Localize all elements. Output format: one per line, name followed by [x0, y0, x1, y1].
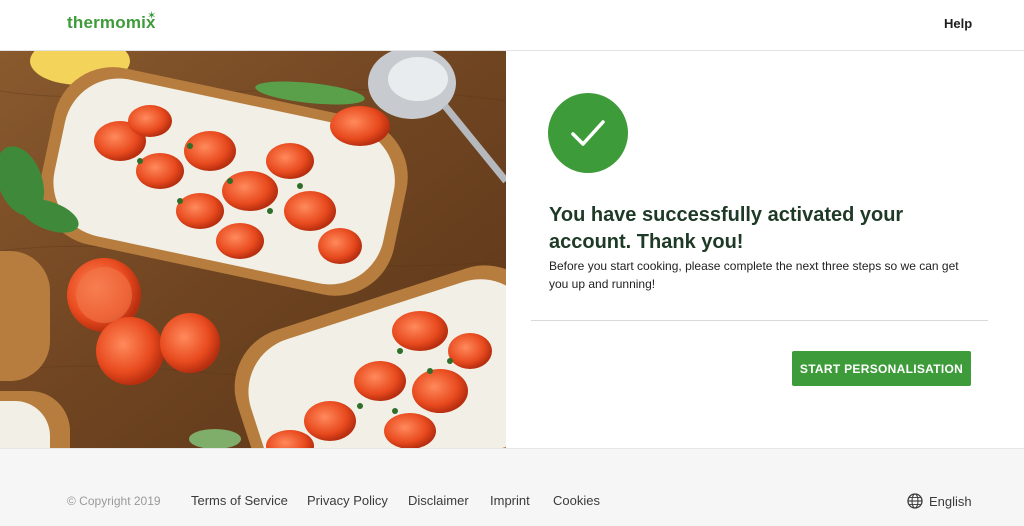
checkmark-icon — [571, 120, 605, 146]
success-badge — [548, 93, 628, 173]
copyright-text: © Copyright 2019 — [67, 494, 161, 508]
footer: © Copyright 2019 Terms of Service Privac… — [0, 448, 1024, 526]
globe-icon — [907, 493, 923, 509]
activation-panel: You have successfully activated your acc… — [506, 51, 1024, 448]
language-label: English — [929, 494, 972, 509]
footer-link-cookies[interactable]: Cookies — [553, 493, 600, 508]
logo-star-icon: ✶ — [147, 10, 157, 22]
footer-link-disclaimer[interactable]: Disclaimer — [408, 493, 469, 508]
footer-link-privacy[interactable]: Privacy Policy — [307, 493, 388, 508]
bruschetta-photo — [0, 51, 506, 448]
success-headline: You have successfully activated your acc… — [549, 204, 904, 253]
footer-link-imprint[interactable]: Imprint — [490, 493, 530, 508]
success-description: Before you start cooking, please complet… — [549, 259, 959, 291]
start-personalisation-button[interactable]: START PERSONALISATION — [792, 351, 971, 386]
hero-image — [0, 51, 506, 448]
footer-link-terms[interactable]: Terms of Service — [191, 493, 288, 508]
help-link[interactable]: Help — [944, 16, 972, 31]
top-bar: thermomix ✶ Help — [0, 0, 1024, 51]
thermomix-logo[interactable]: thermomix — [67, 13, 156, 33]
divider — [531, 320, 988, 321]
